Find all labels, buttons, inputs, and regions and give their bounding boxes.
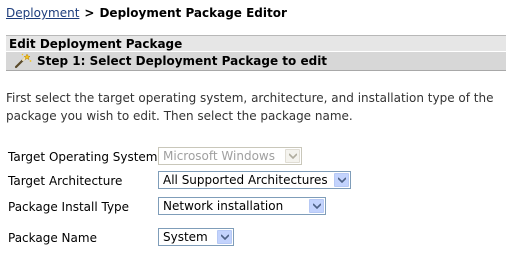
os-row: Target Operating System Microsoft Window… — [8, 147, 508, 167]
intro-text: First select the target operating system… — [6, 91, 494, 123]
os-label: Target Operating System — [8, 150, 158, 164]
wand-icon — [14, 52, 32, 69]
os-select: Microsoft Windows — [158, 147, 302, 165]
breadcrumb-separator: > — [84, 6, 95, 20]
install-type-select[interactable]: Network installation — [158, 197, 326, 215]
arch-label: Target Architecture — [8, 174, 123, 188]
chevron-down-icon — [285, 149, 300, 163]
breadcrumb-link-deployment[interactable]: Deployment — [6, 6, 79, 20]
breadcrumb: Deployment > Deployment Package Editor — [6, 5, 287, 21]
install-type-select-value: Network installation — [163, 199, 284, 213]
chevron-down-icon[interactable] — [334, 173, 349, 187]
step-bar: Step 1: Select Deployment Package to edi… — [6, 52, 506, 71]
package-name-row: Package Name System — [8, 228, 508, 248]
chevron-down-icon[interactable] — [217, 230, 232, 244]
package-name-select[interactable]: System — [158, 228, 234, 246]
page-title: Deployment Package Editor — [99, 6, 287, 20]
arch-select-value: All Supported Architectures — [163, 173, 328, 187]
step-label: Step 1: Select Deployment Package to edi… — [37, 54, 328, 68]
install-type-label: Package Install Type — [8, 200, 130, 214]
os-select-value: Microsoft Windows — [163, 149, 275, 163]
arch-row: Target Architecture All Supported Archit… — [8, 171, 508, 191]
package-name-select-value: System — [163, 230, 208, 244]
install-type-row: Package Install Type Network installatio… — [8, 197, 508, 217]
package-name-label: Package Name — [8, 231, 97, 245]
chevron-down-icon[interactable] — [309, 199, 324, 213]
panel-title: Edit Deployment Package — [6, 35, 506, 51]
arch-select[interactable]: All Supported Architectures — [158, 171, 351, 189]
